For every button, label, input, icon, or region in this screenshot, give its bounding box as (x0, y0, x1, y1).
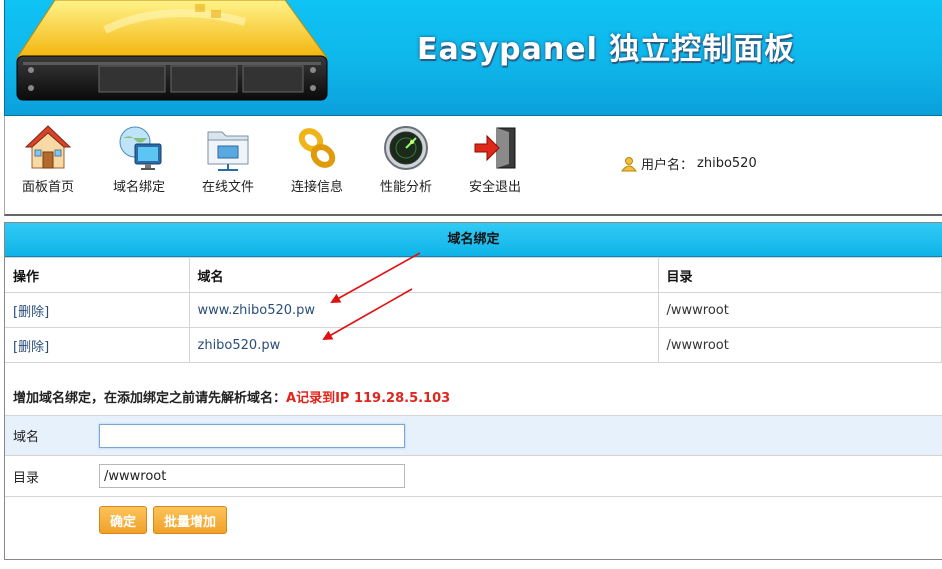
nav-home[interactable]: 面板首页 (9, 124, 87, 212)
nav-domain-binding-label: 域名绑定 (112, 180, 165, 195)
user-info: 用户名： zhibo520 (621, 154, 757, 173)
directory-form-row: 目录 (5, 456, 942, 497)
domain-form-row: 域名 (5, 415, 942, 456)
dns-record-hint: A记录到IP 119.28.5.103 (286, 391, 451, 406)
table-header-row: 操作 域名 目录 (5, 257, 942, 293)
chain-link-icon (298, 128, 336, 168)
panel-title: Easypanel 独立控制面板 (417, 32, 796, 67)
radar-icon (384, 126, 428, 170)
panel-title-domain-binding: 域名绑定 (5, 223, 942, 257)
add-binding-notice-text: 增加域名绑定，在添加绑定之前请先解析域名： (13, 391, 287, 406)
nav-online-files-label: 在线文件 (201, 180, 254, 195)
column-header-domain: 域名 (188, 257, 659, 293)
domain-field-label: 域名 (13, 430, 40, 445)
domain-table: 操作 域名 目录 [删除] www.zhibo520.pw /wwwroot [… (5, 257, 942, 363)
header-banner: Easypanel 独立控制面板 (4, 0, 942, 116)
delete-link[interactable]: [删除] (13, 305, 49, 320)
column-header-directory: 目录 (657, 257, 942, 293)
globe-monitor-icon (119, 126, 162, 170)
user-label: 用户名： (641, 158, 694, 173)
domain-input[interactable] (99, 423, 405, 448)
add-binding-notice: 增加域名绑定，在添加绑定之前请先解析域名：A记录到IP 119.28.5.103 (5, 363, 942, 415)
table-row: [删除] zhibo520.pw /wwwroot (5, 327, 942, 363)
nav-logout-label: 安全退出 (468, 180, 521, 195)
batch-add-button[interactable]: 批量增加 (153, 506, 228, 534)
nav-connection-info[interactable]: 连接信息 (278, 124, 356, 212)
form-buttons: 确定 批量增加 (5, 497, 942, 557)
table-row: [删除] www.zhibo520.pw /wwwroot (5, 292, 942, 328)
user-name: zhibo520 (697, 156, 757, 171)
column-header-action: 操作 (5, 257, 190, 293)
server-logo-icon (16, 0, 328, 101)
domain-link[interactable]: zhibo520.pw (198, 338, 281, 353)
main-toolbar: 面板首页 域名绑定 在线文件 连接信息 性能分析 安全退出 用户名： zhibo… (4, 116, 942, 216)
directory-field-label: 目录 (13, 470, 40, 486)
easypanel-page: Easypanel 独立控制面板 面板首页 域名绑定 在线文件 连接信息 性能分… (0, 0, 942, 569)
directory-input[interactable] (99, 464, 405, 488)
nav-performance[interactable]: 性能分析 (367, 124, 445, 212)
user-icon (621, 156, 637, 171)
delete-link[interactable]: [删除] (13, 340, 49, 355)
exit-door-icon (474, 127, 516, 169)
domain-link[interactable]: www.zhibo520.pw (198, 303, 316, 318)
domain-directory: /wwwroot (657, 292, 942, 328)
nav-home-label: 面板首页 (21, 180, 74, 195)
domain-directory: /wwwroot (657, 327, 942, 363)
home-icon (24, 125, 72, 169)
nav-connection-info-label: 连接信息 (290, 180, 343, 195)
domain-binding-panel: 域名绑定 操作 域名 目录 [删除] www.zhibo520.pw /wwwr… (4, 222, 942, 560)
folder-network-icon (207, 131, 249, 171)
nav-domain-binding[interactable]: 域名绑定 (100, 124, 178, 212)
nav-online-files[interactable]: 在线文件 (189, 124, 267, 212)
submit-button[interactable]: 确定 (99, 506, 148, 534)
nav-performance-label: 性能分析 (379, 180, 432, 195)
nav-logout[interactable]: 安全退出 (456, 124, 534, 212)
